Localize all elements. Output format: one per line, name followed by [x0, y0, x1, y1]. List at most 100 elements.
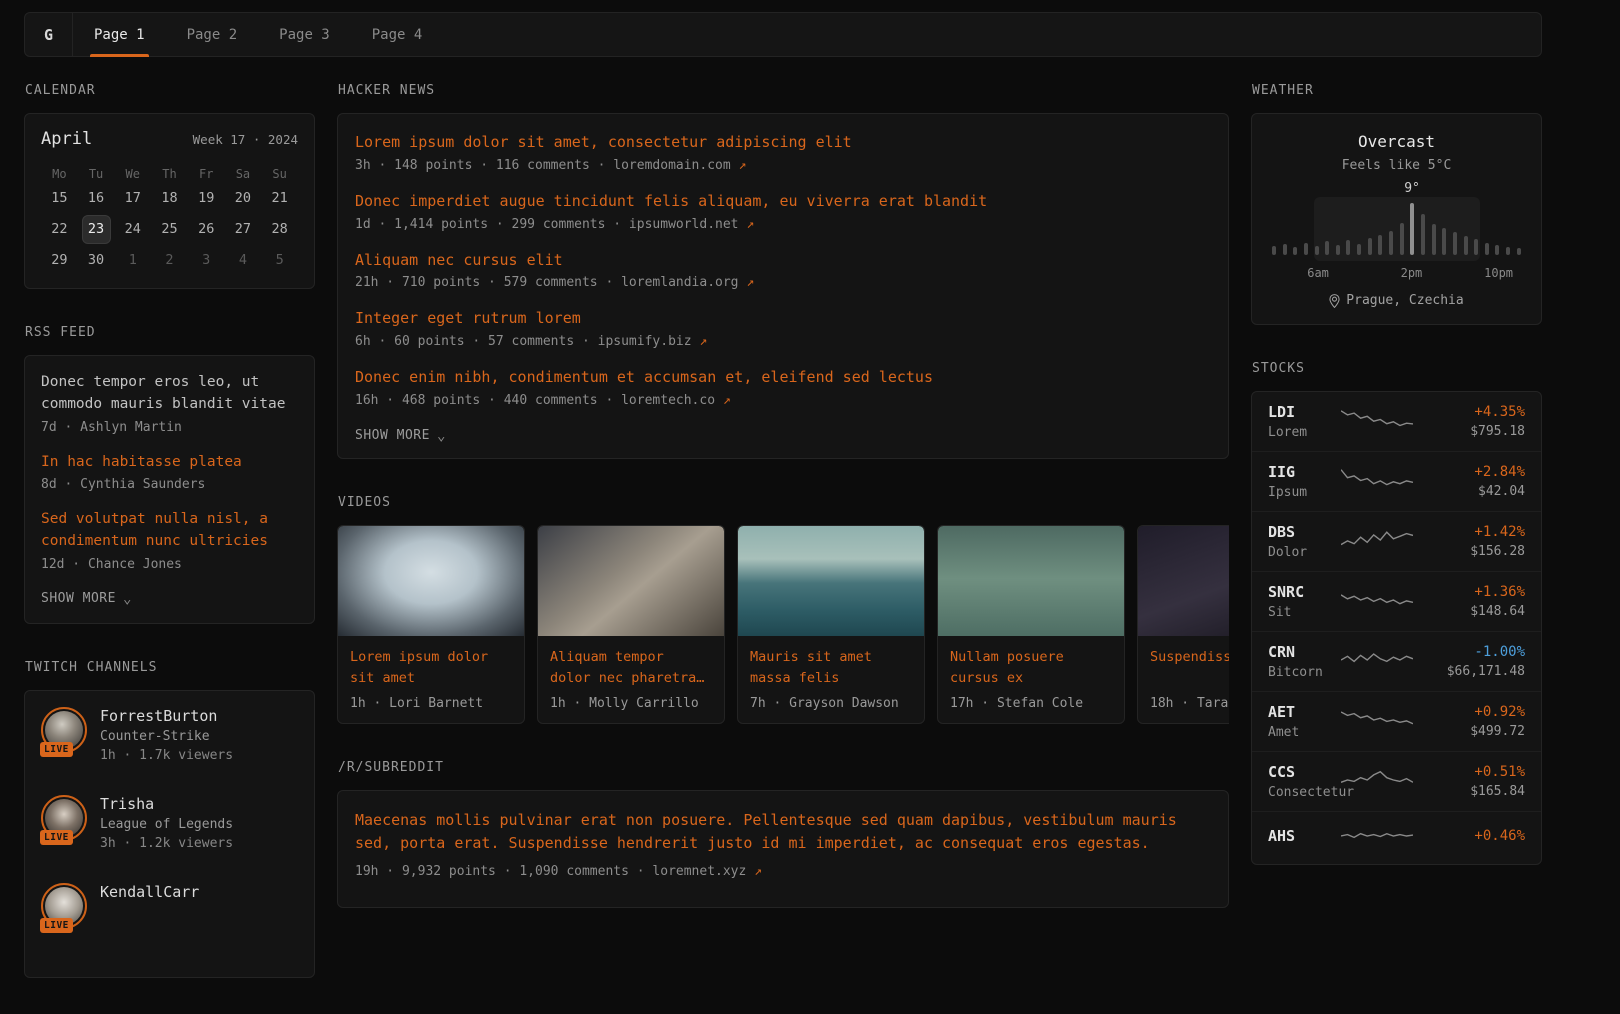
twitch-channel[interactable]: LIVE ForrestBurton Counter-Strike 1h · 1… [41, 707, 298, 763]
calendar-day: 24 [119, 216, 146, 243]
video-title[interactable]: Aliquam tempor dolor nec pharetra… [550, 647, 712, 689]
external-link-icon[interactable]: ↗ [746, 217, 754, 232]
time-label: 10pm [1484, 266, 1513, 280]
video-thumbnail[interactable] [938, 526, 1124, 636]
rss-show-more-button[interactable]: SHOW MORE ⌄ [41, 591, 132, 607]
calendar-day: 15 [46, 185, 73, 212]
stock-row[interactable]: CRN Bitcorn -1.00% $66,171.48 [1252, 631, 1541, 691]
weather-time-labels: 6am 2pm 10pm [1272, 266, 1521, 281]
calendar-month: April [41, 129, 92, 149]
external-link-icon[interactable]: ↗ [754, 864, 762, 879]
tab-page-2[interactable]: Page 2 [166, 13, 259, 56]
video-thumbnail[interactable] [738, 526, 924, 636]
video-card[interactable]: Nullam posuere cursus ex 17h · Stefan Co… [937, 525, 1125, 724]
external-link-icon[interactable]: ↗ [699, 334, 707, 349]
stock-sparkline [1341, 527, 1417, 557]
calendar-day: 28 [266, 216, 293, 243]
videos-row: Lorem ipsum dolor sit amet consectetu… 1… [337, 525, 1229, 724]
channel-game: Counter-Strike [100, 729, 233, 744]
hn-title[interactable]: Donec imperdiet augue tincidunt felis al… [355, 191, 1211, 213]
hn-title[interactable]: Lorem ipsum dolor sit amet, consectetur … [355, 132, 1211, 154]
subreddit-post-title[interactable]: Maecenas mollis pulvinar erat non posuer… [355, 809, 1211, 856]
video-thumbnail[interactable] [338, 526, 524, 636]
video-meta: 1h · Molly Carrillo [550, 696, 712, 711]
hn-item[interactable]: Lorem ipsum dolor sit amet, consectetur … [355, 132, 1211, 173]
weather-card: Overcast Feels like 5°C 9° 6am 2pm 10pm [1251, 113, 1542, 325]
video-card[interactable]: Suspendisse diam 18h · Tara [1137, 525, 1229, 724]
calendar-day-headers: Mo Tu We Th Fr Sa Su [41, 163, 298, 185]
video-title[interactable]: Nullam posuere cursus ex [950, 647, 1112, 689]
video-card[interactable]: Lorem ipsum dolor sit amet consectetu… 1… [337, 525, 525, 724]
stock-price: $42.04 [1433, 484, 1525, 499]
hn-item[interactable]: Donec imperdiet augue tincidunt felis al… [355, 191, 1211, 232]
calendar-day: 2 [156, 247, 183, 274]
hn-item[interactable]: Integer eget rutrum lorem 6h · 60 points… [355, 308, 1211, 349]
rss-headline[interactable]: In hac habitasse platea [41, 452, 298, 474]
hn-title[interactable]: Integer eget rutrum lorem [355, 308, 1211, 330]
stock-row[interactable]: CCS Consectetur +0.51% $165.84 [1252, 751, 1541, 811]
stock-row[interactable]: AET Amet +0.92% $499.72 [1252, 691, 1541, 751]
rss-item[interactable]: Donec tempor eros leo, ut commodo mauris… [41, 372, 298, 435]
hackernews-card: Lorem ipsum dolor sit amet, consectetur … [337, 113, 1229, 459]
day-header: Fr [199, 163, 213, 185]
weather-peak-label: 9° [1404, 181, 1420, 196]
hn-meta: 3h · 148 points · 116 comments · loremdo… [355, 158, 731, 173]
calendar-day: 30 [83, 247, 110, 274]
chevron-down-icon: ⌄ [437, 428, 446, 444]
rss-card: Donec tempor eros leo, ut commodo mauris… [24, 355, 315, 624]
twitch-channel[interactable]: LIVE Trisha League of Legends 3h · 1.2k … [41, 795, 298, 851]
channel-name[interactable]: ForrestBurton [100, 707, 233, 725]
tab-page-3[interactable]: Page 3 [258, 13, 351, 56]
rss-item[interactable]: Sed volutpat nulla nisl, a condimentum n… [41, 509, 298, 572]
stock-row[interactable]: LDI Lorem +4.35% $795.18 [1252, 392, 1541, 451]
video-title[interactable]: Mauris sit amet massa felis [750, 647, 912, 689]
hn-meta: 1d · 1,414 points · 299 comments · ipsum… [355, 217, 739, 232]
external-link-icon[interactable]: ↗ [739, 158, 747, 173]
stock-name: Dolor [1268, 545, 1341, 560]
external-link-icon[interactable]: ↗ [723, 393, 731, 408]
stock-sparkline [1341, 823, 1417, 853]
stock-row[interactable]: DBS Dolor +1.42% $156.28 [1252, 511, 1541, 571]
tab-page-4[interactable]: Page 4 [351, 13, 444, 56]
twitch-channel[interactable]: LIVE KendallCarr [41, 883, 298, 929]
channel-name[interactable]: Trisha [100, 795, 233, 813]
calendar-day: 25 [156, 216, 183, 243]
hn-item[interactable]: Aliquam nec cursus elit 21h · 710 points… [355, 250, 1211, 291]
video-thumbnail[interactable] [1138, 526, 1229, 636]
day-header: Th [162, 163, 176, 185]
stock-sparkline [1341, 767, 1417, 797]
videos-section-title: VIDEOS [338, 495, 1229, 510]
video-title[interactable]: Suspendisse diam [1150, 647, 1229, 689]
calendar-day: 19 [193, 185, 220, 212]
stock-row[interactable]: AHS +0.46% [1252, 811, 1541, 864]
stocks-section: STOCKS LDI Lorem +4.35% $795.18 [1251, 361, 1542, 865]
hn-item[interactable]: Donec enim nibh, condimentum et accumsan… [355, 367, 1211, 408]
rss-headline[interactable]: Sed volutpat nulla nisl, a condimentum n… [41, 509, 298, 553]
hn-title[interactable]: Donec enim nibh, condimentum et accumsan… [355, 367, 1211, 389]
tab-page-1[interactable]: Page 1 [73, 13, 166, 56]
video-card[interactable]: Mauris sit amet massa felis 7h · Grayson… [737, 525, 925, 724]
middle-column: HACKER NEWS Lorem ipsum dolor sit amet, … [337, 83, 1229, 944]
location-pin-icon [1329, 294, 1340, 308]
stock-row[interactable]: IIG Ipsum +2.84% $42.04 [1252, 451, 1541, 511]
stock-row[interactable]: SNRC Sit +1.36% $148.64 [1252, 571, 1541, 631]
stock-price: $66,171.48 [1433, 664, 1525, 679]
subreddit-section-title: /R/SUBREDDIT [338, 760, 1229, 775]
rss-meta: 8d · Cynthia Saunders [41, 477, 298, 492]
video-meta: 18h · Tara [1150, 696, 1229, 711]
day-header: Su [272, 163, 286, 185]
weather-section-title: WEATHER [1252, 83, 1542, 98]
app-logo: G [25, 13, 73, 56]
video-title[interactable]: Lorem ipsum dolor sit amet consectetu… [350, 647, 512, 689]
video-thumbnail[interactable] [538, 526, 724, 636]
rss-item[interactable]: In hac habitasse platea 8d · Cynthia Sau… [41, 452, 298, 493]
external-link-icon[interactable]: ↗ [746, 275, 754, 290]
channel-name[interactable]: KendallCarr [100, 883, 199, 901]
day-header: Tu [89, 163, 103, 185]
tab-label: Page 4 [372, 27, 423, 43]
rss-headline[interactable]: Donec tempor eros leo, ut commodo mauris… [41, 372, 298, 416]
top-bar: G Page 1 Page 2 Page 3 Page 4 [24, 12, 1542, 57]
hn-title[interactable]: Aliquam nec cursus elit [355, 250, 1211, 272]
video-card[interactable]: Aliquam tempor dolor nec pharetra… 1h · … [537, 525, 725, 724]
hn-show-more-button[interactable]: SHOW MORE ⌄ [355, 428, 446, 444]
